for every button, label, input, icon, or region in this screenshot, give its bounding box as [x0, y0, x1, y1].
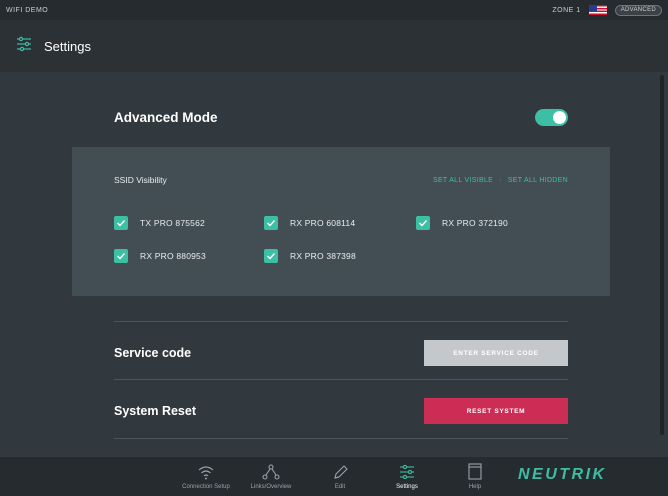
system-reset-row: System Reset RESET SYSTEM: [114, 398, 568, 424]
title-bar: Settings: [0, 20, 668, 72]
device-checkbox[interactable]: [264, 216, 278, 230]
toggle-knob: [553, 110, 566, 124]
advanced-mode-toggle[interactable]: [535, 108, 568, 126]
device-name: RX PRO 372190: [442, 218, 508, 228]
links-icon: [262, 464, 280, 480]
set-all-visible-link[interactable]: SET ALL VISIBLE: [433, 177, 493, 184]
device-checkbox[interactable]: [416, 216, 430, 230]
ssid-device-item[interactable]: RX PRO 880953: [114, 249, 206, 263]
system-reset-label: System Reset: [114, 404, 196, 418]
ssid-device-item[interactable]: RX PRO 608114: [264, 216, 355, 230]
ssid-visibility-panel: SSID Visibility SET ALL VISIBLE · SET AL…: [72, 147, 610, 296]
divider: [114, 321, 568, 322]
advanced-mode-label: Advanced Mode: [114, 109, 218, 125]
help-icon: [468, 463, 482, 480]
nav-item-connection-setup[interactable]: Connection Setup: [171, 463, 241, 490]
nav-label: Connection Setup: [182, 484, 230, 490]
divider: [114, 438, 568, 439]
status-right-group: ZONE 1 ADVANCED: [552, 4, 662, 16]
us-flag-icon[interactable]: [588, 5, 607, 15]
device-checkbox[interactable]: [114, 216, 128, 230]
settings-sliders-icon: [16, 36, 32, 57]
checkmark-icon: [419, 220, 428, 227]
device-name: TX PRO 875562: [140, 218, 205, 228]
ssid-device-item[interactable]: RX PRO 372190: [416, 216, 508, 230]
scrollbar[interactable]: [660, 75, 664, 455]
nav-label: Edit: [334, 484, 346, 490]
service-code-label: Service code: [114, 346, 192, 360]
nav-label: Links/Overview: [250, 484, 292, 490]
ssid-device-item[interactable]: RX PRO 387398: [264, 249, 356, 263]
service-code-row: Service code ENTER SERVICE CODE: [114, 340, 568, 366]
device-name: RX PRO 387398: [290, 251, 356, 261]
ssid-actions: SET ALL VISIBLE · SET ALL HIDDEN: [433, 177, 568, 184]
status-bar: WIFI DEMO ZONE 1 ADVANCED: [0, 0, 668, 20]
pencil-icon: [334, 465, 348, 479]
neutrik-logo: NEUTRIK: [518, 466, 607, 483]
reset-system-button[interactable]: RESET SYSTEM: [424, 398, 568, 424]
page-title: Settings: [44, 38, 91, 54]
sliders-icon: [400, 464, 414, 480]
nav-item-edit[interactable]: Edit: [305, 463, 375, 490]
ssid-header: SSID Visibility SET ALL VISIBLE · SET AL…: [114, 175, 568, 185]
ssid-device-item[interactable]: TX PRO 875562: [114, 216, 205, 230]
nav-label: Settings: [396, 484, 418, 490]
nav-item-settings[interactable]: Settings: [372, 463, 442, 490]
checkmark-icon: [267, 220, 276, 227]
device-checkbox[interactable]: [114, 249, 128, 263]
advanced-mode-badge: ADVANCED: [614, 4, 662, 16]
checkmark-icon: [267, 253, 276, 260]
wifi-icon: [198, 466, 214, 480]
actions-separator: ·: [499, 176, 502, 184]
ssid-visibility-label: SSID Visibility: [114, 175, 167, 185]
nav-item-links-overview[interactable]: Links/Overview: [236, 463, 306, 490]
device-name: RX PRO 608114: [290, 218, 356, 228]
zone-label[interactable]: ZONE 1: [552, 7, 580, 14]
checkmark-icon: [117, 253, 126, 260]
enter-service-code-button[interactable]: ENTER SERVICE CODE: [424, 340, 568, 366]
nav-label: Help: [468, 484, 482, 490]
network-name: WIFI DEMO: [6, 6, 49, 14]
set-all-hidden-link[interactable]: SET ALL HIDDEN: [508, 177, 568, 184]
nav-item-help[interactable]: Help: [440, 463, 510, 490]
device-name: RX PRO 880953: [140, 251, 206, 261]
divider: [114, 379, 568, 380]
device-checkbox[interactable]: [264, 249, 278, 263]
checkmark-icon: [117, 220, 126, 227]
scrollbar-thumb[interactable]: [660, 75, 664, 435]
advanced-mode-row: Advanced Mode: [114, 104, 568, 130]
